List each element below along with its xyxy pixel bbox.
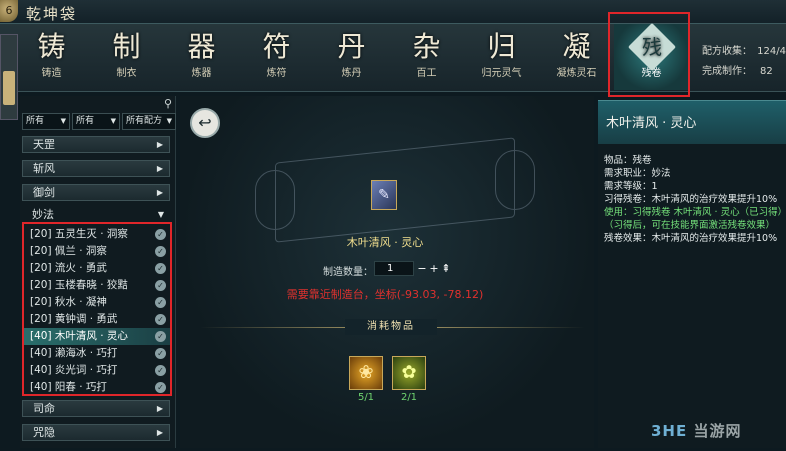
site-watermark: 3HE 当游网	[651, 420, 742, 441]
expand-arrow-icon: ▶	[156, 428, 163, 437]
expand-arrow-icon: ▶	[156, 164, 163, 173]
quantity-field[interactable]: 1	[374, 261, 414, 276]
back-button[interactable]: ↩	[190, 108, 220, 138]
window-title: 乾坤袋	[26, 5, 78, 23]
filter-select-1[interactable]: 所有 ▼	[22, 113, 70, 130]
tab-label: 归元灵气	[481, 68, 522, 79]
category-yujian[interactable]: 御剑 ▶	[22, 184, 170, 201]
scroll-roll	[495, 150, 535, 210]
tab-glyph: 杂	[412, 30, 441, 63]
tab-lianqi[interactable]: 器炼器	[164, 24, 239, 90]
detail-line: 需求职业：妙法	[604, 168, 671, 179]
decrease-button[interactable]: −	[417, 261, 427, 276]
item-detail-header: 木叶清风 · 灵心	[598, 100, 786, 144]
material-count-1: 5/1	[357, 392, 375, 403]
category-tiangang[interactable]: 天罡 ▶	[22, 136, 170, 153]
highlight-box-active-tab	[608, 12, 690, 97]
filter-select-2[interactable]: 所有 ▼	[72, 113, 120, 130]
tab-label: 炼符	[266, 68, 287, 79]
detail-line: 物品：残卷	[604, 155, 652, 166]
tab-zhuzao[interactable]: 铸铸造	[14, 24, 89, 90]
side-window-edge	[0, 34, 18, 120]
watermark-logo: 3HE	[651, 422, 688, 440]
item-detail-panel	[598, 100, 786, 448]
category-label: 御剑	[33, 186, 55, 199]
category-zhouyin[interactable]: 咒隐 ▶	[22, 424, 170, 441]
quantity-controls: − + ⇞	[417, 261, 451, 276]
detail-effect-line: 残卷效果：木叶清风的治疗效果提升10%	[604, 233, 778, 244]
category-siming[interactable]: 司命 ▶	[22, 400, 170, 417]
wheat-icon: ❀	[358, 362, 374, 383]
tab-liandan[interactable]: 丹炼丹	[314, 24, 389, 90]
tab-zhiyi[interactable]: 制制衣	[89, 24, 164, 90]
consume-title: 消耗物品	[345, 319, 437, 335]
category-zhanfeng[interactable]: 斩风 ▶	[22, 160, 170, 177]
max-button[interactable]: ⇞	[441, 261, 451, 276]
tab-label: 百工	[416, 68, 437, 79]
collapse-arrow-icon: ▼	[157, 210, 164, 219]
category-label: 咒隐	[33, 426, 55, 439]
item-detail-body: 物品：残卷 需求职业：妙法 需求等级：1 习得残卷：木叶清风的治疗效果提升10%…	[604, 154, 786, 245]
dropdown-arrow-icon: ▼	[166, 117, 172, 125]
tab-glyph: 凝	[562, 30, 591, 63]
expand-arrow-icon: ▶	[156, 188, 163, 197]
filter-select-label: 所有	[76, 116, 95, 126]
detail-use-line: 使用：习得残卷 木叶清风 · 灵心（已习得）	[604, 207, 786, 218]
detail-line: 需求等级：1	[604, 181, 658, 192]
filter-select-label: 所有配方	[126, 116, 163, 126]
expand-arrow-icon: ▶	[156, 140, 163, 149]
collect-value: 124/4	[757, 46, 786, 57]
search-icon[interactable]: ⚲	[162, 98, 174, 110]
material-slot-2[interactable]: ✿	[392, 356, 426, 390]
filter-select-label: 所有	[26, 116, 45, 126]
tab-label: 制衣	[116, 68, 137, 79]
category-label: 妙法	[32, 208, 54, 221]
material-count-2: 2/1	[400, 392, 418, 403]
tab-glyph: 符	[262, 30, 291, 63]
detail-line: 习得残卷：木叶清风的治疗效果提升10%	[604, 194, 778, 205]
category-label: 司命	[33, 402, 55, 415]
back-arrow-icon: ↩	[198, 113, 212, 132]
detail-use-note: （习得后，可在技能界面激活残卷效果）	[604, 220, 776, 231]
dropdown-arrow-icon: ▼	[110, 117, 116, 125]
tab-label: 炼器	[191, 68, 212, 79]
tab-lianfu[interactable]: 符炼符	[239, 24, 314, 90]
tab-glyph: 器	[187, 30, 216, 63]
tab-glyph: 归	[487, 30, 516, 63]
material-slot-1[interactable]: ❀	[349, 356, 383, 390]
tab-glyph: 制	[112, 30, 141, 63]
herb-icon: ✿	[401, 362, 417, 383]
location-warning: 需要靠近制造台，坐标(-93.03, -78.12)	[286, 288, 484, 301]
category-label: 斩风	[33, 162, 55, 175]
scroll-roll	[255, 170, 295, 230]
tab-ninglianlingshi[interactable]: 凝凝炼灵石	[539, 24, 614, 90]
scroll-item-icon[interactable]: ✎	[371, 180, 397, 210]
craft-stats: 配方收集： 124/4 完成制作： 82	[702, 42, 786, 82]
dropdown-arrow-icon: ▼	[60, 117, 66, 125]
crafted-item-name: 木叶清风 · 灵心	[346, 236, 424, 249]
tab-label: 凝炼灵石	[556, 68, 597, 79]
watermark-text: 当游网	[693, 422, 742, 440]
expand-arrow-icon: ▶	[156, 404, 163, 413]
tab-glyph: 丹	[337, 30, 366, 63]
filter-select-3[interactable]: 所有配方 ▼	[122, 113, 176, 130]
tab-guiyuanlingqi[interactable]: 归归元灵气	[464, 24, 539, 90]
side-window-handle[interactable]	[3, 71, 15, 105]
tab-label: 炼丹	[341, 68, 362, 79]
filter-row: 所有 ▼ 所有 ▼ 所有配方 ▼	[22, 113, 176, 130]
tab-label: 铸造	[41, 68, 62, 79]
quantity-label: 制造数量：	[323, 267, 373, 278]
game-logo-icon: 6	[0, 0, 18, 22]
made-value: 82	[760, 66, 773, 77]
made-label: 完成制作：	[702, 66, 752, 77]
tab-baigong[interactable]: 杂百工	[389, 24, 464, 90]
category-label: 天罡	[33, 138, 55, 151]
item-detail-title: 木叶清风 · 灵心	[606, 116, 697, 131]
collect-label: 配方收集：	[702, 46, 752, 57]
highlight-box-recipes	[22, 222, 172, 396]
tab-glyph: 铸	[37, 30, 66, 63]
increase-button[interactable]: +	[429, 261, 439, 276]
